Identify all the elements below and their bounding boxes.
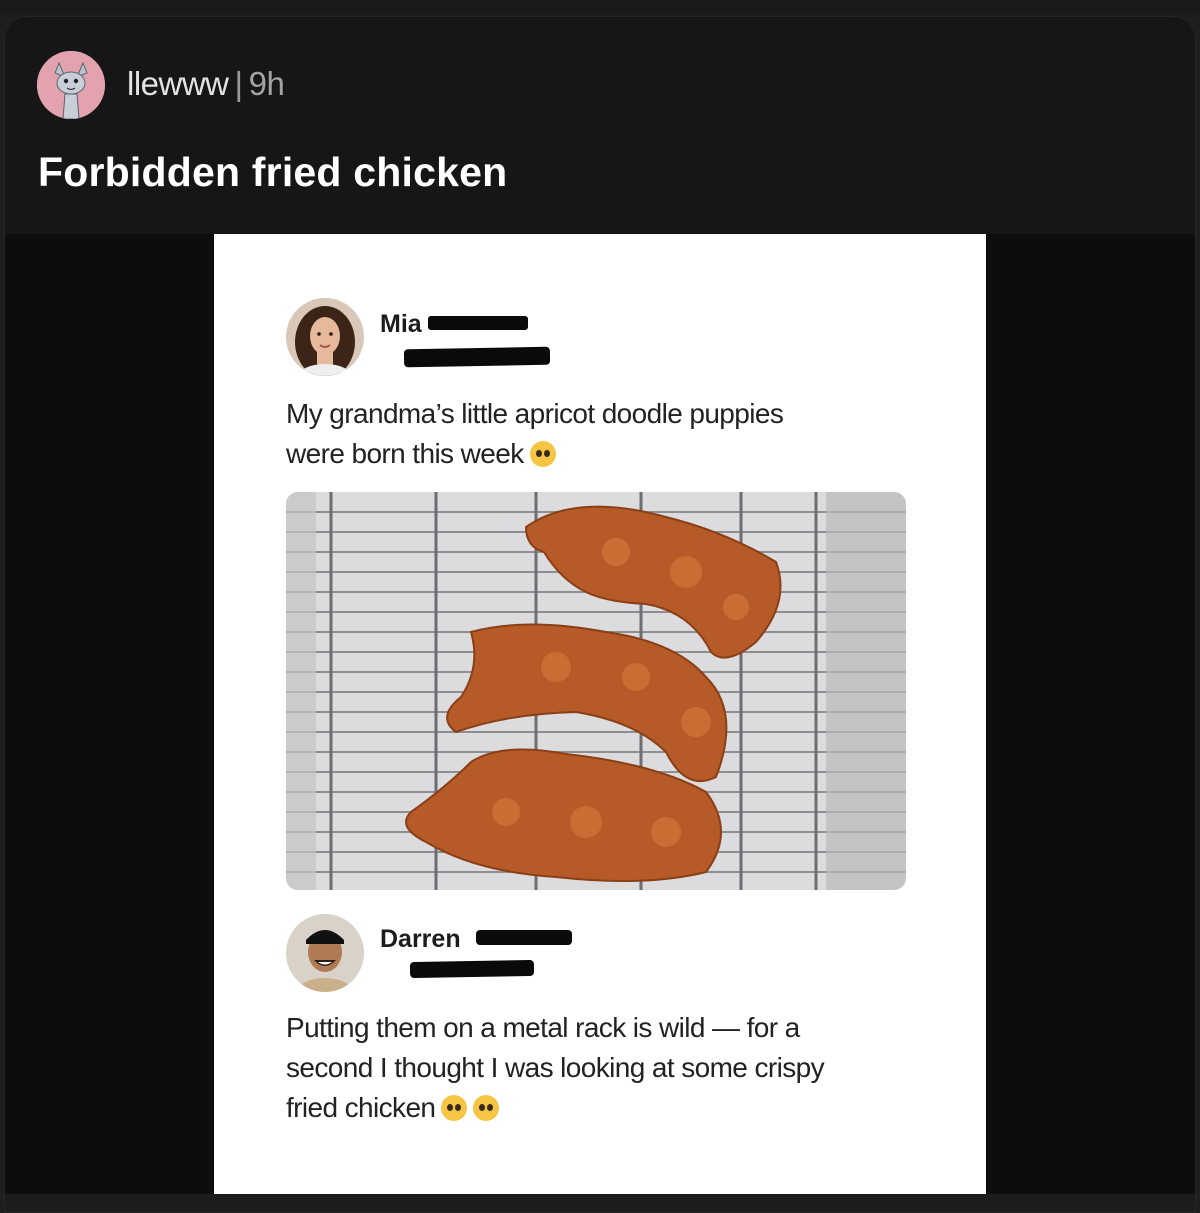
post-title[interactable]: Forbidden fried chicken bbox=[38, 149, 507, 196]
darren-text-line: fried chicken bbox=[286, 1088, 824, 1128]
post-time: 9h bbox=[248, 65, 285, 102]
user-avatar[interactable] bbox=[37, 51, 105, 119]
darren-text-line-3: fried chicken bbox=[286, 1092, 436, 1123]
darren-reply-text: Putting them on a metal rack is wild — f… bbox=[286, 1008, 825, 1128]
darren-avatar bbox=[286, 914, 364, 992]
crying-face-emoji-icon bbox=[441, 1095, 468, 1121]
redaction-bar bbox=[476, 930, 572, 945]
redaction-bar bbox=[403, 346, 551, 368]
mia-text-line: My grandma’s little apricot doodle puppi… bbox=[286, 398, 784, 429]
bottom-strip bbox=[5, 1194, 1195, 1212]
mia-text-line: were born this week bbox=[286, 434, 783, 474]
cartoon-cat-avatar-icon bbox=[37, 51, 105, 119]
post-card[interactable]: llewww|9h Forbidden fried chicken Mia bbox=[4, 16, 1196, 1213]
embedded-screenshot: Mia My grandma’s little apricot doodle p… bbox=[214, 234, 986, 1194]
darren-name: Darren bbox=[380, 925, 461, 953]
mia-text-line-2: were born this week bbox=[286, 438, 524, 469]
redaction-bar bbox=[428, 316, 528, 330]
post-header: llewww | 9h Forbidden fried chicken bbox=[5, 17, 1195, 233]
crying-face-emoji-icon bbox=[473, 1095, 500, 1121]
puppies-on-cooling-rack-photo bbox=[286, 492, 906, 890]
darren-text-line: second I thought I was looking at some c… bbox=[286, 1052, 825, 1083]
post-meta: llewww | 9h bbox=[127, 65, 285, 103]
post-media[interactable]: Mia My grandma’s little apricot doodle p… bbox=[5, 234, 1195, 1194]
mia-name: Mia bbox=[380, 310, 422, 338]
top-strip bbox=[0, 0, 1200, 14]
mia-avatar bbox=[286, 298, 364, 376]
darren-text-line: Putting them on a metal rack is wild — f… bbox=[286, 1012, 800, 1043]
meta-separator: | bbox=[234, 65, 244, 102]
redaction-bar bbox=[409, 959, 535, 979]
pleading-face-emoji-icon bbox=[529, 441, 556, 467]
mia-post-text: My grandma’s little apricot doodle puppi… bbox=[286, 394, 784, 474]
username[interactable]: llewww bbox=[127, 65, 229, 102]
